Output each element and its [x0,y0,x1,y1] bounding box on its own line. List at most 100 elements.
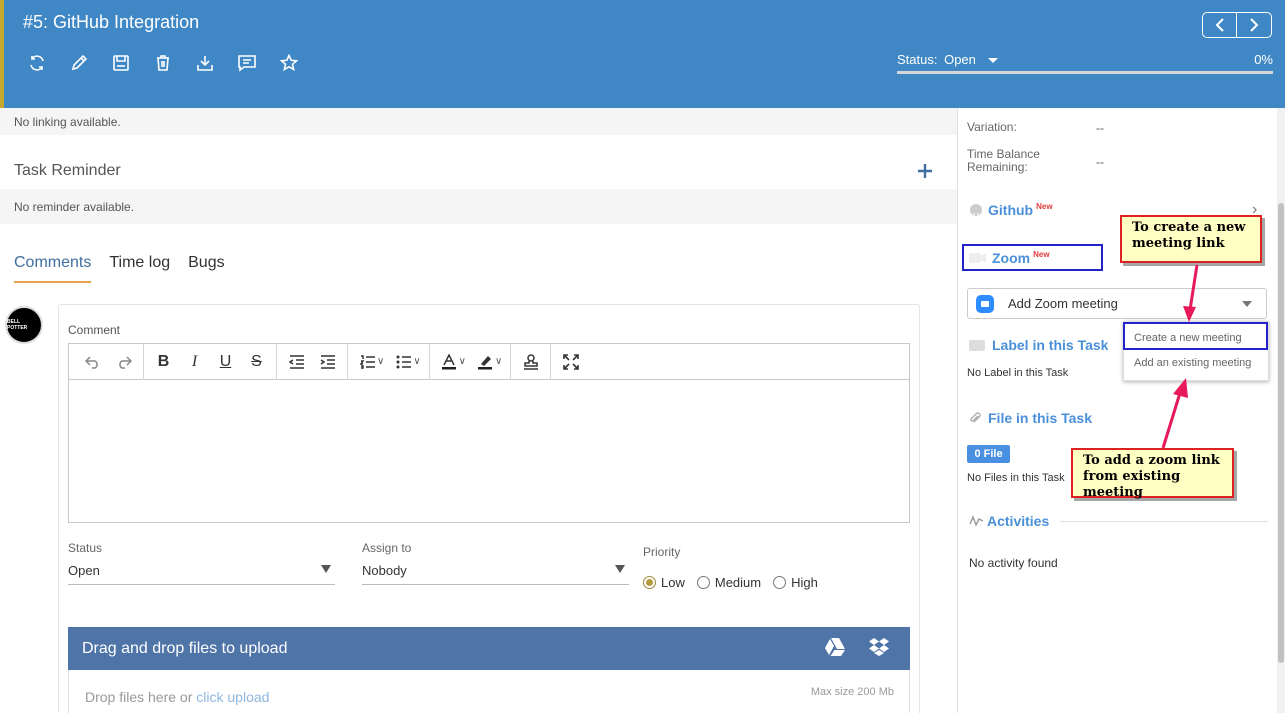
delete-button[interactable] [152,52,174,74]
paperclip-icon [970,412,981,423]
comment-editor: B I U S ∨ ∨ ∨ ∨ [68,343,910,523]
priority-high-option[interactable]: High [773,575,818,590]
radio-checked-icon [643,576,656,589]
plus-icon [918,164,932,178]
indent-button[interactable] [312,348,343,376]
bullet-list-icon [396,355,411,368]
save-button[interactable] [110,52,132,74]
numbered-list-icon [359,354,375,369]
priority-field-label: Priority [643,545,681,559]
avatar: BELL POTTER [5,306,43,344]
arrow-to-existing-meeting [1161,392,1182,449]
highlight-icon [478,355,493,369]
edit-button[interactable] [68,52,90,74]
tab-time-log[interactable]: Time log [109,254,170,283]
time-balance-value: -- [1096,155,1104,169]
bold-button[interactable]: B [148,348,179,376]
reminder-section-title: Task Reminder [14,162,121,179]
status-selector[interactable]: Status: Open 0% [897,52,1273,74]
editor-content-area[interactable] [69,380,909,522]
underline-icon: U [219,352,232,370]
progress-percent: 0% [1254,52,1273,67]
edit-icon [71,54,88,71]
github-title: Github [988,202,1034,218]
previous-task-button[interactable] [1203,13,1237,37]
file-section-header: File in this Task [969,410,1092,426]
upload-dropzone[interactable]: Drop files here or click upload Max size… [68,670,910,713]
activities-empty-text: No activity found [969,556,1058,570]
github-section-header[interactable]: Github New [969,202,1053,218]
add-reminder-button[interactable] [917,158,933,186]
assign-select[interactable]: Nobody [362,563,629,585]
scrollbar-thumb[interactable] [1278,203,1284,663]
toolbar-divider [276,343,277,380]
comment-label: Comment [68,323,121,337]
fullscreen-button[interactable] [555,348,586,376]
add-zoom-meeting-dropdown[interactable]: Add Zoom meeting [967,288,1267,319]
right-scrollbar[interactable] [1277,108,1285,713]
label-empty-text: No Label in this Task [967,367,1069,379]
task-navigation [1202,12,1272,38]
linking-empty-text: No linking available. [14,114,121,129]
refresh-icon [30,55,44,71]
radio-unchecked-icon [773,576,787,589]
activity-icon [969,515,984,527]
task-header: #5: GitHub Integration Status: Open 0% [0,0,1285,108]
priority-medium-option[interactable]: Medium [696,575,761,590]
tab-comments[interactable]: Comments [14,254,92,283]
file-section-title: File in this Task [988,410,1092,426]
caret-down-icon [987,58,998,64]
file-count-badge[interactable]: 0 File [967,445,1010,463]
upload-header: Drag and drop files to upload [68,627,910,670]
outdent-button[interactable] [281,348,312,376]
download-icon [197,56,213,71]
activities-section-header: Activities [969,513,1049,529]
comment-button[interactable] [236,52,258,74]
undo-button[interactable] [77,348,108,376]
variation-value: -- [1096,121,1104,135]
task-detail-page: #5: GitHub Integration Status: Open 0% N… [0,0,1285,713]
chevron-down-icon[interactable]: ∨ [495,356,502,367]
panel-divider [957,108,958,713]
click-upload-link[interactable]: click upload [196,689,269,705]
strikethrough-icon: S [251,352,262,370]
reminder-empty-text: No reminder available. [14,199,135,214]
task-title: #5: GitHub Integration [23,12,200,32]
next-task-button[interactable] [1237,13,1271,37]
chevron-down-icon[interactable]: ∨ [377,356,384,367]
github-icon [970,204,982,216]
download-button[interactable] [194,52,216,74]
google-drive-button[interactable] [824,637,846,662]
add-existing-meeting-option[interactable]: Add an existing meeting [1134,357,1251,369]
file-empty-text: No Files in this Task [967,472,1065,484]
assign-field-label: Assign to [362,541,412,555]
strikethrough-button[interactable]: S [241,348,272,376]
create-meeting-highlight-box [1123,322,1268,350]
comment-icon [238,55,256,72]
status-select[interactable]: Open [68,563,335,585]
favorite-button[interactable] [278,52,300,74]
tab-bugs[interactable]: Bugs [188,254,224,283]
refresh-button[interactable] [26,52,48,74]
indent-icon [320,354,335,369]
chevron-down-icon[interactable]: ∨ [459,356,466,367]
avatar-text: BELL POTTER [7,319,28,331]
reminder-section: No reminder available. [0,189,957,224]
progress-bar [897,71,1273,74]
dropbox-button[interactable] [868,637,890,662]
task-toolbar [26,52,300,74]
underline-button[interactable]: U [210,348,241,376]
priority-radio-group: Low Medium High [643,575,830,590]
tab-bar: Comments Time log Bugs [14,254,243,283]
radio-unchecked-icon [696,576,710,589]
time-balance-label: Time Balance Remaining: [967,147,1040,174]
stamp-button[interactable] [515,348,546,376]
italic-icon: I [191,352,198,370]
italic-button[interactable]: I [179,348,210,376]
chevron-down-icon[interactable]: ∨ [413,356,420,367]
arrowhead-existing-meeting [1173,378,1188,398]
label-section-title: Label in this Task [992,337,1109,353]
tag-icon [969,339,985,351]
redo-button[interactable] [108,348,139,376]
priority-low-option[interactable]: Low [643,575,685,590]
